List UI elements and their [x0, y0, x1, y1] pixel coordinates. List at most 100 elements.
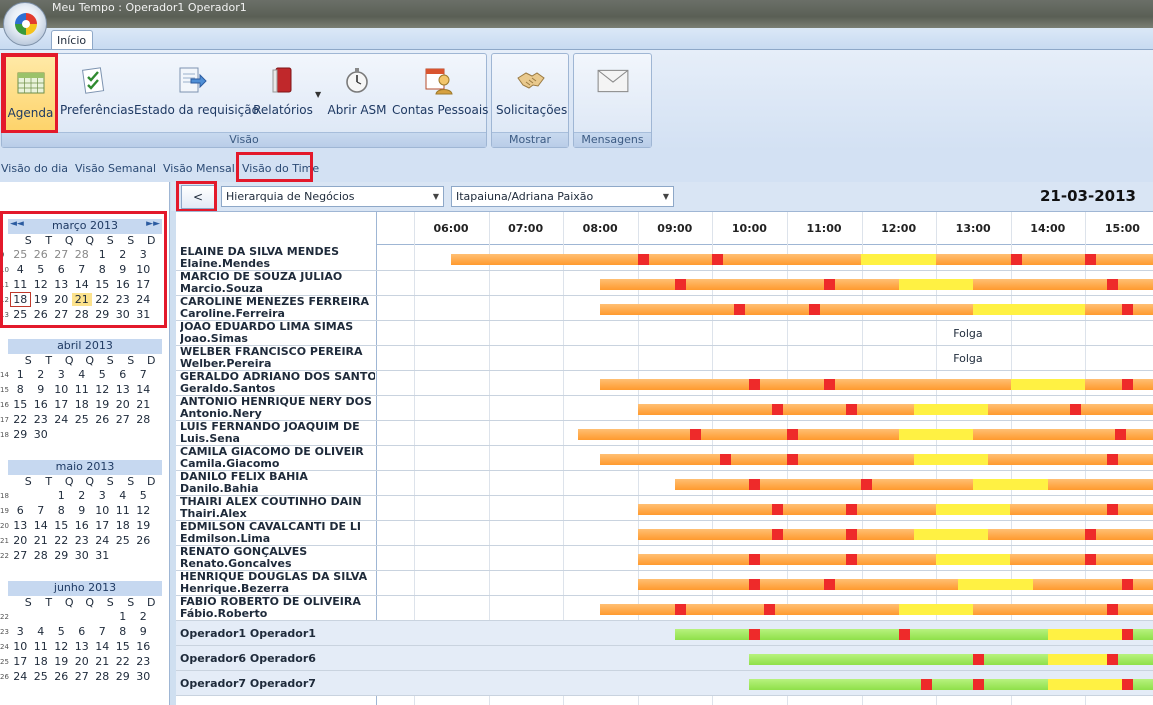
calendar-day[interactable]: 22 — [51, 534, 72, 547]
calendar-day[interactable]: 17 — [92, 519, 113, 532]
break-block[interactable] — [786, 454, 798, 465]
calendar-day[interactable]: 25 — [113, 534, 134, 547]
break-block[interactable] — [1085, 554, 1097, 565]
lunch-block[interactable] — [898, 279, 974, 290]
calendar-day[interactable]: 21 — [92, 655, 113, 668]
calendar-day[interactable]: 27 — [113, 413, 134, 426]
calendar-day[interactable]: 16 — [31, 398, 52, 411]
calendar-day[interactable]: 24 — [51, 413, 72, 426]
shift-bar[interactable] — [637, 529, 1153, 540]
break-block[interactable] — [771, 404, 783, 415]
calendar-day[interactable]: 5 — [92, 368, 113, 381]
break-block[interactable] — [1122, 679, 1134, 690]
lunch-block[interactable] — [1047, 654, 1108, 665]
calendar-day[interactable]: 2 — [31, 368, 52, 381]
break-block[interactable] — [674, 604, 686, 615]
calendar-day[interactable]: 13 — [72, 640, 93, 653]
lunch-block[interactable] — [973, 304, 1086, 315]
schedule-row[interactable]: ANTONIO HENRIQUE NERY DOS Antonio.Nery — [176, 396, 1153, 421]
lunch-block[interactable] — [1010, 379, 1086, 390]
schedule-row[interactable]: FABIO ROBERTO DE OLIVEIRA Fábio.Roberto — [176, 596, 1153, 621]
schedule-row[interactable]: GERALDO ADRIANO DOS SANTO Geraldo.Santos — [176, 371, 1153, 396]
break-block[interactable] — [749, 579, 761, 590]
break-block[interactable] — [846, 504, 858, 515]
lunch-block[interactable] — [935, 554, 1011, 565]
calendar-day[interactable]: 15 — [113, 640, 134, 653]
calendar-day[interactable]: 8 — [10, 383, 31, 396]
break-block[interactable] — [1122, 629, 1134, 640]
calendar-day[interactable]: 7 — [133, 368, 154, 381]
app-menu-orb-icon[interactable] — [3, 2, 47, 46]
schedule-row[interactable]: ELAINE DA SILVA MENDES Elaine.Mendes — [176, 246, 1153, 271]
calendar-day[interactable]: 19 — [51, 655, 72, 668]
shift-bar[interactable] — [637, 579, 1153, 590]
break-block[interactable] — [674, 279, 686, 290]
lunch-block[interactable] — [913, 529, 989, 540]
calendar-day[interactable]: 24 — [10, 670, 31, 683]
contas-pessoais-button[interactable]: Contas Pessoais — [392, 56, 488, 130]
calendar-day[interactable]: 13 — [10, 519, 31, 532]
calendar-day[interactable]: 16 — [72, 519, 93, 532]
calendar-day[interactable]: 27 — [72, 670, 93, 683]
calendar-day[interactable]: 8 — [51, 504, 72, 517]
calendar-day[interactable]: 25 — [31, 670, 52, 683]
calendar-day[interactable]: 21 — [133, 398, 154, 411]
calendar-day[interactable]: 10 — [92, 504, 113, 517]
estado-requisicao-button[interactable]: Estado da requisição — [134, 56, 259, 130]
break-block[interactable] — [824, 279, 835, 290]
calendar-day[interactable]: 11 — [31, 640, 52, 653]
break-block[interactable] — [973, 679, 985, 690]
break-block[interactable] — [1122, 379, 1134, 390]
calendar-day[interactable]: 10 — [10, 640, 31, 653]
calendar-day[interactable]: 14 — [133, 383, 154, 396]
break-block[interactable] — [1085, 529, 1097, 540]
break-block[interactable] — [1085, 254, 1097, 265]
calendar-day[interactable]: 15 — [51, 519, 72, 532]
break-block[interactable] — [637, 254, 649, 265]
break-block[interactable] — [920, 679, 932, 690]
schedule-row[interactable]: WELBER FRANCISCO PEREIRA Welber.Pereira Fo… — [176, 346, 1153, 371]
calendar-day[interactable]: 15 — [10, 398, 31, 411]
preferencias-button[interactable]: Preferências — [60, 56, 134, 130]
calendar-day[interactable]: 11 — [113, 504, 134, 517]
calendar-day[interactable]: 9 — [72, 504, 93, 517]
break-block[interactable] — [749, 554, 761, 565]
break-block[interactable] — [898, 629, 910, 640]
lunch-block[interactable] — [861, 254, 936, 265]
calendar-day[interactable]: 22 — [113, 655, 134, 668]
schedule-row[interactable]: CAMILA GIACOMO DE OLIVEIR Camila.Giacomo — [176, 446, 1153, 471]
calendar-day[interactable]: 8 — [113, 625, 134, 638]
calendar-day[interactable]: 12 — [133, 504, 154, 517]
calendar-day[interactable]: 6 — [10, 504, 31, 517]
calendar-day[interactable]: 2 — [133, 610, 154, 623]
mensagens-button[interactable] — [582, 56, 644, 130]
solicitacoes-button[interactable]: Solicitações — [496, 56, 567, 130]
calendar-day[interactable]: 24 — [92, 534, 113, 547]
lunch-block[interactable] — [1047, 679, 1123, 690]
schedule-row[interactable]: EDMILSON CAVALCANTI DE LI Edmilson.Lima — [176, 521, 1153, 546]
relatorios-button[interactable]: Relatórios — [252, 56, 314, 130]
calendar-day[interactable]: 19 — [133, 519, 154, 532]
break-block[interactable] — [749, 629, 761, 640]
calendar-day[interactable]: 28 — [31, 549, 52, 562]
break-block[interactable] — [1122, 304, 1134, 315]
break-block[interactable] — [1107, 454, 1119, 465]
shift-bar[interactable] — [637, 504, 1153, 515]
calendar-day[interactable]: 7 — [92, 625, 113, 638]
calendar-day[interactable]: 5 — [133, 489, 154, 502]
schedule-row[interactable]: Operador1 Operador1 — [176, 621, 1153, 646]
calendar-day[interactable]: 4 — [31, 625, 52, 638]
shift-bar[interactable] — [451, 254, 1153, 265]
calendar-day[interactable]: 4 — [72, 368, 93, 381]
calendar-day[interactable]: 12 — [92, 383, 113, 396]
schedule-row[interactable]: MARCIO DE SOUZA JULIAO Marcio.Souza — [176, 271, 1153, 296]
break-block[interactable] — [712, 254, 724, 265]
calendar-day[interactable]: 22 — [10, 413, 31, 426]
calendar-day[interactable]: 4 — [113, 489, 134, 502]
break-block[interactable] — [1107, 279, 1119, 290]
calendar-day[interactable]: 28 — [133, 413, 154, 426]
break-block[interactable] — [764, 604, 776, 615]
calendar-day[interactable]: 3 — [51, 368, 72, 381]
calendar-day[interactable]: 20 — [113, 398, 134, 411]
break-block[interactable] — [1010, 254, 1022, 265]
